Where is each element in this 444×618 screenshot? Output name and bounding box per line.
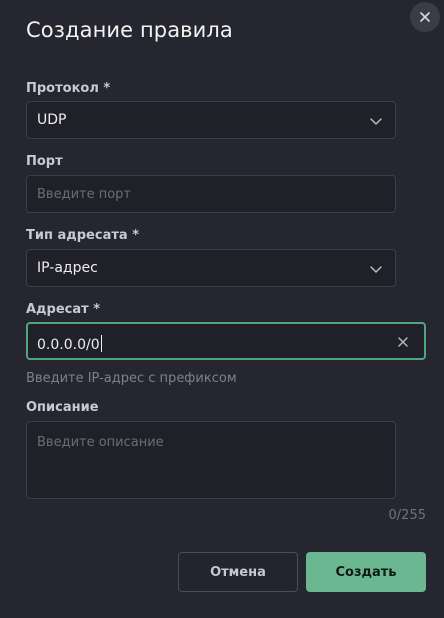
destination-type-value: IP-адрес [37,260,98,276]
text-caret [100,335,102,352]
destination-value-text: 0.0.0.0/0 [37,337,100,353]
port-input[interactable]: Введите порт [26,175,396,213]
close-icon [420,12,430,22]
description-textarea[interactable]: Введите описание [26,421,396,499]
destination-hint: Введите IP-адрес с префиксом [26,371,237,386]
description-placeholder: Введите описание [37,435,164,450]
destination-input[interactable]: 0.0.0.0/0 [26,322,426,360]
destination-type-select[interactable]: IP-адрес [26,249,396,287]
port-label: Порт [26,154,63,169]
destination-value: 0.0.0.0/0 [37,335,102,353]
chevron-down-icon [370,118,382,125]
close-button[interactable] [410,2,440,32]
chevron-down-icon [370,266,382,273]
dialog-title: Создание правила [26,18,233,42]
destination-type-label: Тип адресата * [26,228,139,243]
protocol-select[interactable]: UDP [26,101,396,139]
port-placeholder: Введите порт [37,187,131,202]
create-rule-dialog: Создание правила Протокол * UDP Порт Вве… [0,0,444,618]
destination-label: Адресат * [26,302,101,317]
protocol-value: UDP [37,112,67,128]
cancel-button[interactable]: Отмена [178,552,298,592]
description-char-counter: 0/255 [388,508,426,523]
close-icon[interactable] [396,335,410,349]
protocol-label: Протокол * [26,81,111,96]
create-button[interactable]: Создать [306,552,426,592]
description-label: Описание [26,400,99,415]
